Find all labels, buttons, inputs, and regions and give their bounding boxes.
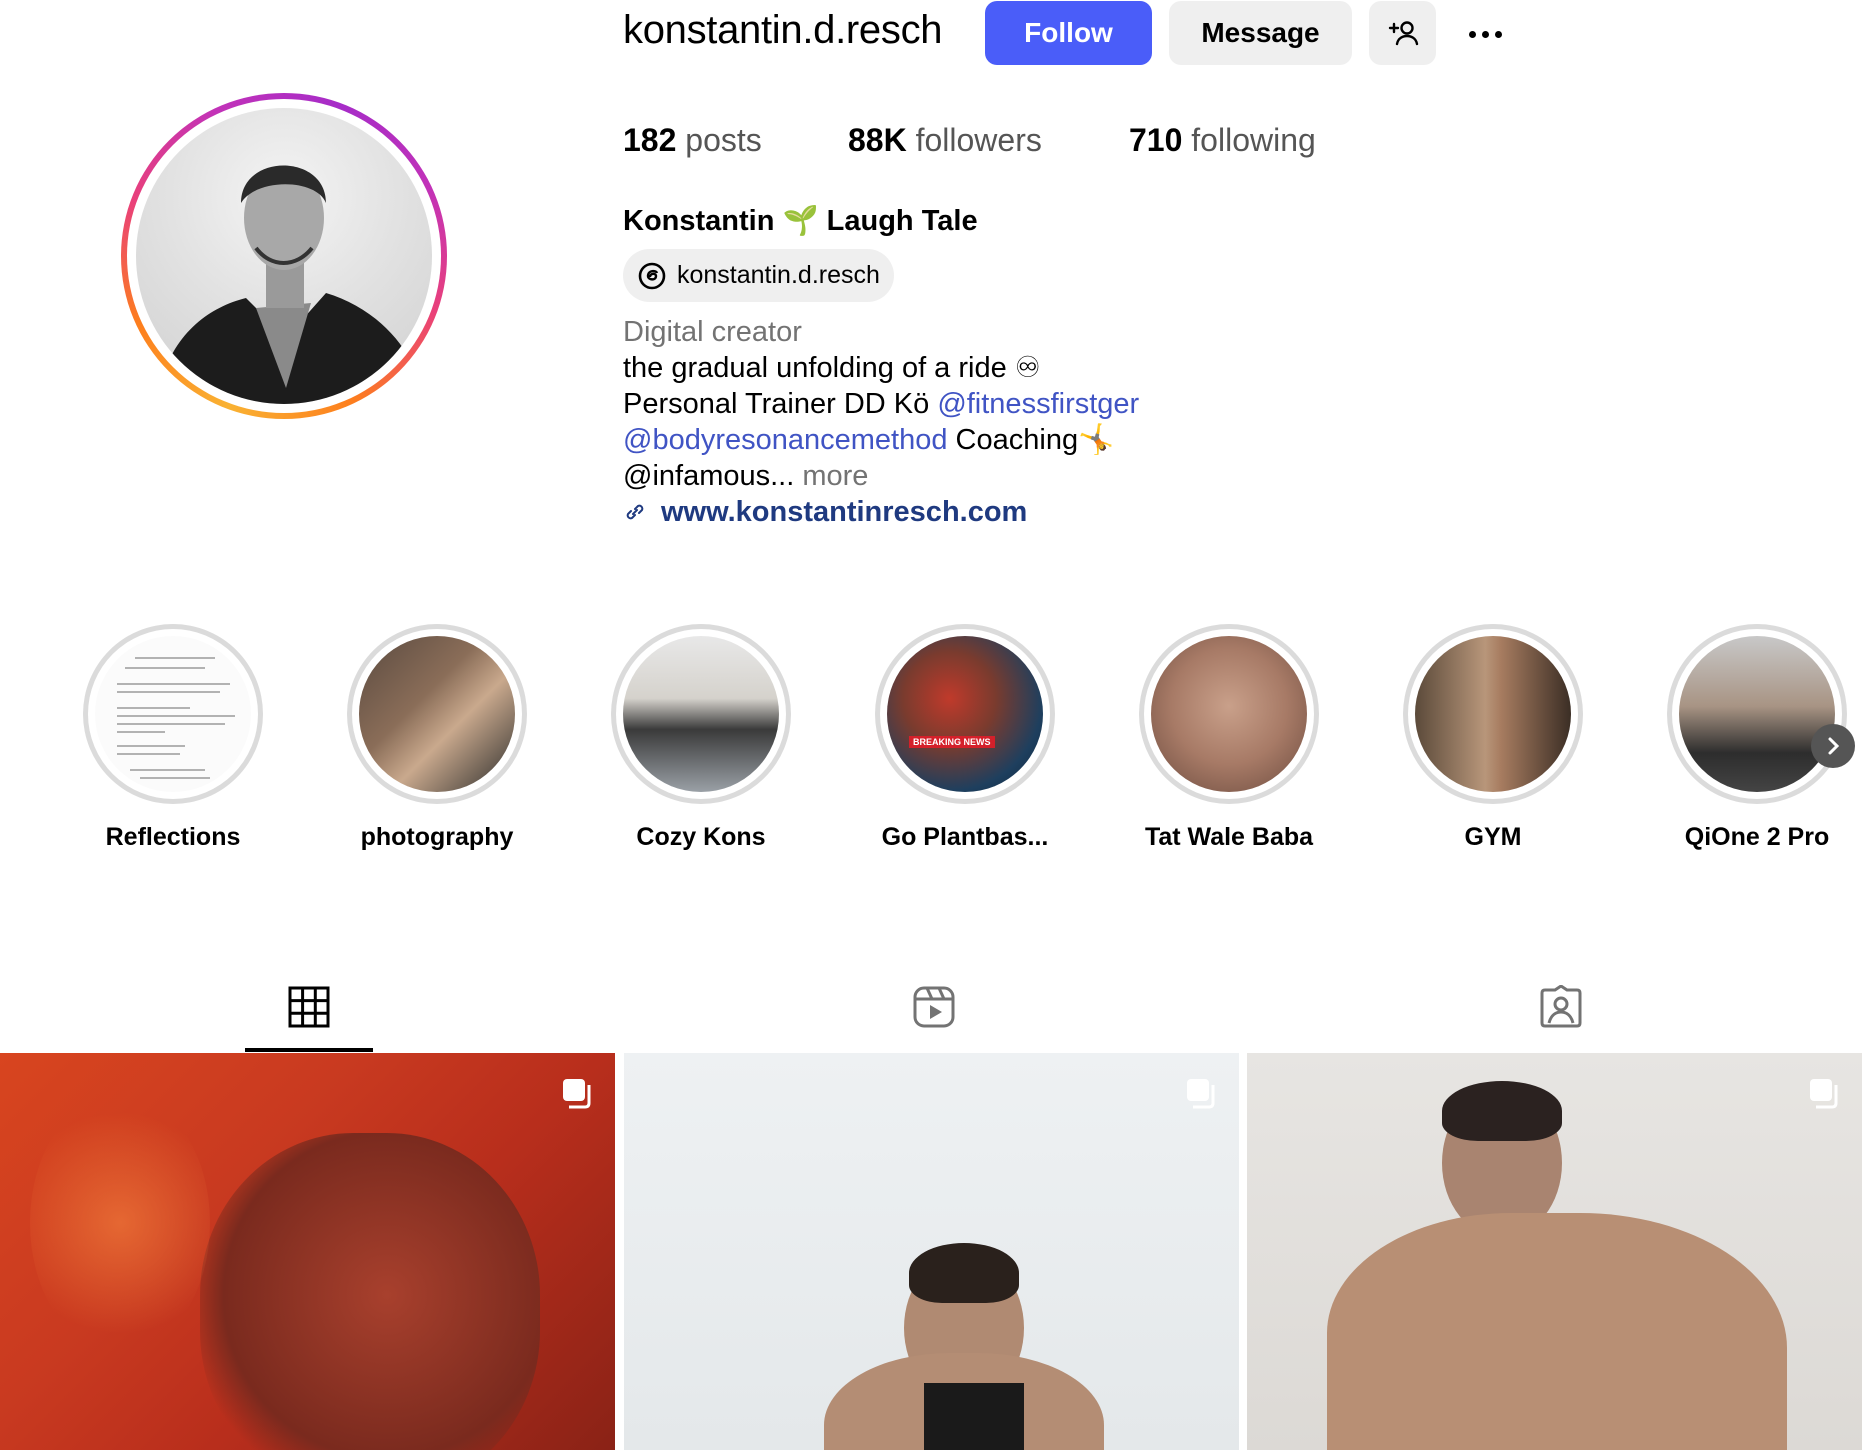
highlight-label: Go Plantbas...: [881, 823, 1049, 851]
post-tile[interactable]: [1247, 1053, 1862, 1450]
active-tab-indicator: [245, 1048, 373, 1052]
website-link[interactable]: www.konstantinresch.com: [661, 494, 1027, 530]
bio-line: @bodyresonancemethod Coaching🤸: [623, 424, 1115, 456]
follow-button[interactable]: Follow: [985, 1, 1152, 65]
highlight-qione-2-pro[interactable]: [1667, 624, 1847, 804]
link-icon: [626, 504, 644, 520]
website-row[interactable]: www.konstantinresch.com: [623, 494, 1027, 530]
threads-handle: konstantin.d.resch: [677, 261, 880, 289]
bio-line: Personal Trainer DD Kö @fitnessfirstger: [623, 388, 1140, 420]
tab-reels[interactable]: [912, 985, 956, 1029]
highlights-next-button[interactable]: [1811, 724, 1855, 768]
tagged-icon: [1540, 984, 1582, 1028]
breaking-news-label: BREAKING NEWS: [909, 736, 995, 748]
grid-icon: [288, 986, 330, 1028]
more-link[interactable]: more: [802, 460, 868, 492]
highlight-label: Cozy Kons: [636, 823, 766, 851]
carousel-icon: [1187, 1079, 1215, 1109]
highlight-label: Tat Wale Baba: [1144, 823, 1314, 851]
tab-tagged[interactable]: [1539, 984, 1583, 1029]
more-options-button[interactable]: [1460, 14, 1510, 54]
highlight-cozy-kons[interactable]: [611, 624, 791, 804]
profile-photo: [156, 165, 426, 404]
highlight-photography[interactable]: [347, 624, 527, 804]
add-user-icon: [1388, 21, 1418, 46]
highlight-label: GYM: [1464, 823, 1522, 851]
highlight-reflections[interactable]: [83, 624, 263, 804]
profile-avatar[interactable]: [136, 108, 432, 404]
following-link[interactable]: 710 following: [1129, 122, 1316, 159]
profile-category: Digital creator: [623, 316, 802, 348]
carousel-icon: [563, 1079, 591, 1109]
more-dot-icon: [1468, 30, 1476, 38]
chevron-right-icon: [1828, 737, 1840, 755]
mention-link[interactable]: @bodyresonancemethod: [623, 424, 947, 456]
message-button[interactable]: Message: [1169, 1, 1352, 65]
mention-link[interactable]: @fitnessfirstger: [937, 388, 1139, 420]
followers-link[interactable]: 88K followers: [848, 122, 1042, 159]
more-dot-icon: [1481, 30, 1489, 38]
tab-posts[interactable]: [287, 985, 331, 1029]
post-tile[interactable]: [0, 1053, 615, 1450]
profile-username: konstantin.d.resch: [623, 8, 943, 52]
more-dot-icon: [1494, 30, 1502, 38]
highlight-go-plantbased[interactable]: BREAKING NEWS: [875, 624, 1055, 804]
carousel-icon: [1810, 1079, 1838, 1109]
highlight-tat-wale-baba[interactable]: [1139, 624, 1319, 804]
highlight-label: QiOne 2 Pro: [1684, 823, 1830, 851]
threads-icon: [638, 262, 666, 289]
suggested-users-button[interactable]: [1369, 1, 1436, 65]
profile-full-name: Konstantin 🌱 Laugh Tale: [623, 205, 978, 237]
highlight-label: photography: [360, 823, 514, 851]
reels-icon: [913, 986, 955, 1028]
bio-line: @infamous... more: [623, 460, 869, 492]
post-tile[interactable]: [624, 1053, 1239, 1450]
bio-line: the gradual unfolding of a ride ♾: [623, 352, 1041, 384]
highlight-gym[interactable]: [1403, 624, 1583, 804]
posts-count: 182 posts: [623, 122, 762, 158]
highlight-label: Reflections: [105, 823, 241, 851]
threads-badge[interactable]: konstantin.d.resch: [623, 249, 894, 302]
